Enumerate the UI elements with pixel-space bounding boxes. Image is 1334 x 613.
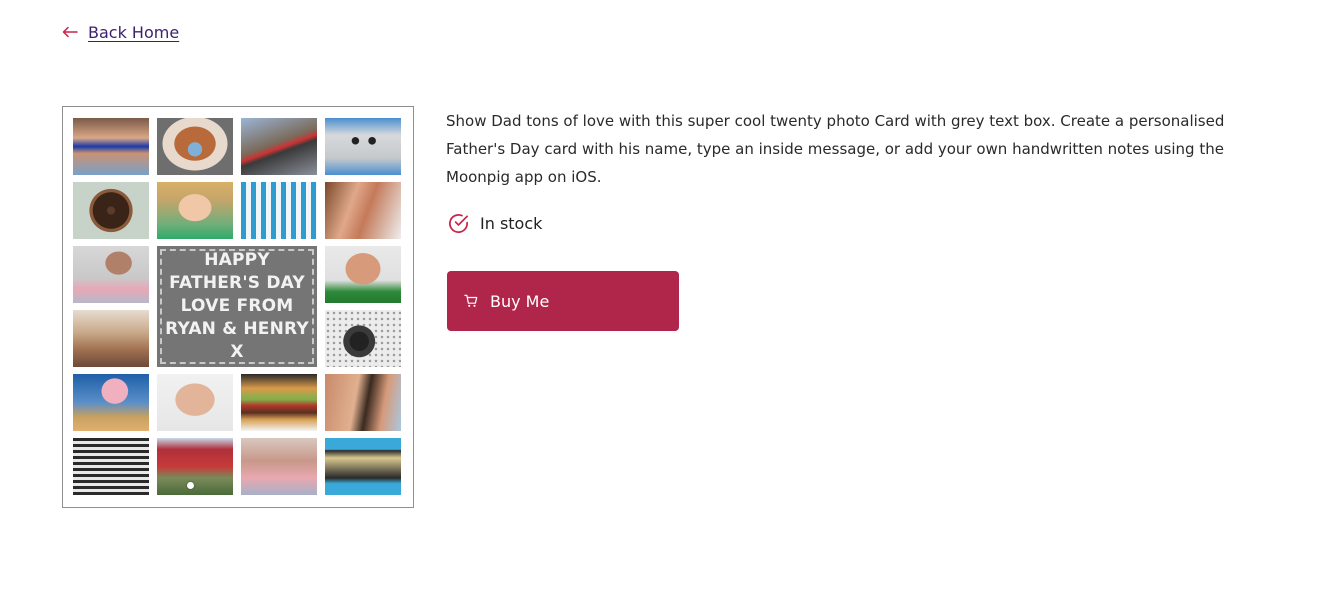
- couple-laughing-photo: [325, 374, 401, 431]
- cart-icon: [464, 294, 478, 307]
- carousel-dot[interactable]: [187, 482, 194, 489]
- burger-photo: [241, 374, 317, 431]
- father-child-photo: [325, 182, 401, 239]
- product-image[interactable]: HAPPY FATHER'S DAY LOVE FROM RYAN & HENR…: [62, 106, 414, 508]
- father-son-photo: [73, 438, 149, 495]
- back-home-link[interactable]: Back Home: [62, 22, 179, 42]
- mountain-bike-photo: [241, 118, 317, 175]
- photo-collage: HAPPY FATHER'S DAY LOVE FROM RYAN & HENR…: [73, 118, 401, 498]
- card-message-line: HAPPY: [204, 250, 270, 270]
- buy-button[interactable]: Buy Me: [447, 271, 679, 331]
- boy-smiling-photo: [157, 182, 233, 239]
- golf-flag-photo: [157, 438, 233, 495]
- cassette-tape-photo: [325, 438, 401, 495]
- man-sunglasses-photo: [73, 118, 149, 175]
- buy-button-label: Buy Me: [490, 291, 550, 311]
- camera-photo: [325, 310, 401, 367]
- bald-man-photo: [157, 374, 233, 431]
- check-circle-icon: [449, 214, 468, 233]
- man-laughing-photo: [325, 246, 401, 303]
- product-description: Show Dad tons of love with this super co…: [446, 112, 1225, 186]
- card-text-box: HAPPY FATHER'S DAY LOVE FROM RYAN & HENR…: [157, 246, 317, 367]
- ice-cream-photo: [73, 374, 149, 431]
- stock-label: In stock: [480, 214, 543, 233]
- card-message: HAPPY FATHER'S DAY LOVE FROM RYAN & HENR…: [157, 249, 317, 364]
- robot-toy-photo: [325, 118, 401, 175]
- card-message-line: LOVE FROM: [180, 296, 294, 316]
- dog-moustache-photo: [157, 118, 233, 175]
- man-baby-photo: [73, 246, 149, 303]
- donut-photo: [73, 182, 149, 239]
- stock-status: In stock: [447, 212, 542, 235]
- family-photo: [73, 310, 149, 367]
- back-home-label: Back Home: [88, 22, 180, 42]
- card-message-line: RYAN & HENRY X: [165, 319, 309, 362]
- card-message-line: FATHER'S DAY: [169, 273, 305, 293]
- grandpa-baby-photo: [241, 438, 317, 495]
- arrow-left-icon: [62, 26, 78, 38]
- deck-chairs-photo: [241, 182, 317, 239]
